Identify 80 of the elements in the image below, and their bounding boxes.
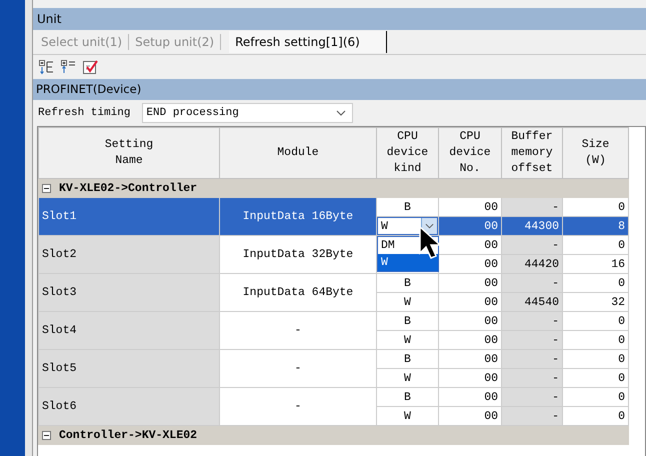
size-cell: 0 <box>562 236 628 254</box>
device-number-cell: 00 <box>438 292 502 312</box>
buffer-offset-cell: - <box>502 236 562 254</box>
device-number-cell: 00 <box>438 350 502 368</box>
buffer-offset-cell: 44540 <box>502 292 562 312</box>
size-cell: 0 <box>562 312 628 330</box>
setting-name-cell[interactable]: Slot6 <box>38 388 220 426</box>
buffer-offset-cell: - <box>502 350 562 368</box>
device-kind-cell: B <box>404 390 411 404</box>
setting-name-cell[interactable]: Slot5 <box>38 350 220 388</box>
module-cell: InputData 64Byte <box>220 274 376 312</box>
column-header: Buffer memory offset <box>502 128 562 178</box>
refresh-timing-dropdown[interactable]: END processing <box>142 103 354 123</box>
buffer-offset-cell: - <box>502 406 562 426</box>
device-number-cell: 00 <box>438 254 502 274</box>
buffer-offset-cell: - <box>502 312 562 330</box>
collapse-icon[interactable] <box>42 184 51 192</box>
tab[interactable]: Refresh setting[1](6) <box>229 31 387 53</box>
column-header: Size (W) <box>562 128 628 178</box>
window-title: Unit <box>33 8 646 30</box>
device-number-cell: 00 <box>438 388 502 406</box>
device-number-cell: 00 <box>438 198 502 216</box>
module-cell: - <box>220 350 376 388</box>
device-kind-cell: W <box>404 296 411 308</box>
group-title: Controller->KV-XLE02 <box>59 428 198 442</box>
size-cell: 0 <box>562 274 628 292</box>
size-cell: 8 <box>562 216 628 236</box>
device-number-cell: 00 <box>438 368 502 388</box>
device-kind-cell: B <box>404 314 411 328</box>
setting-name-cell[interactable]: Slot1 <box>38 198 220 236</box>
size-cell: 0 <box>562 198 628 216</box>
size-cell: 32 <box>562 292 628 312</box>
device-kind-cell: B <box>404 276 411 290</box>
expand-tree-icon[interactable] <box>38 59 54 75</box>
device-kind-cell: W <box>404 410 411 422</box>
module-cell: - <box>220 312 376 350</box>
device-kind-cell: W <box>404 334 411 346</box>
device-number-cell: 00 <box>438 236 502 254</box>
device-number-cell: 00 <box>438 330 502 350</box>
setting-name-cell[interactable]: Slot4 <box>38 312 220 350</box>
size-cell: 0 <box>562 350 628 368</box>
column-header: CPU device kind <box>376 128 438 178</box>
size-cell: 16 <box>562 254 628 274</box>
refresh-timing-label: Refresh timing <box>38 107 130 119</box>
size-cell: 0 <box>562 406 628 426</box>
device-kind-cell: B <box>404 352 411 366</box>
column-header: Module <box>220 128 376 178</box>
device-number-cell: 00 <box>438 216 502 236</box>
collapse-tree-icon[interactable] <box>60 59 76 75</box>
chevron-icon <box>336 110 346 116</box>
buffer-offset-cell: - <box>502 368 562 388</box>
device-number-cell: 00 <box>438 274 502 292</box>
buffer-offset-cell: - <box>502 388 562 406</box>
module-cell: InputData 32Byte <box>220 236 376 274</box>
size-cell: 0 <box>562 330 628 350</box>
column-header: Setting Name <box>38 128 220 178</box>
buffer-offset-cell: - <box>502 330 562 350</box>
device-kind-cell: W <box>404 372 411 384</box>
dropdown-option[interactable]: DM <box>378 237 438 254</box>
dropdown-option[interactable]: W <box>378 254 438 271</box>
buffer-offset-cell: - <box>502 274 562 292</box>
device-number-cell: 00 <box>438 312 502 330</box>
size-cell: 0 <box>562 368 628 388</box>
chevron-icon <box>425 223 434 229</box>
size-cell: 0 <box>562 388 628 406</box>
device-number-cell: 00 <box>438 406 502 426</box>
setting-name-cell[interactable]: Slot2 <box>38 236 220 274</box>
column-header: CPU device No. <box>438 128 502 178</box>
collapse-icon[interactable] <box>42 430 51 440</box>
buffer-offset-cell: 44300 <box>502 216 562 236</box>
device-kind-dropdown[interactable]: W <box>377 217 438 235</box>
module-cell: InputData 16Byte <box>220 198 376 236</box>
group-title: KV-XLE02->Controller <box>59 182 198 194</box>
setting-name-cell[interactable]: Slot3 <box>38 274 220 312</box>
device-kind-cell: B <box>404 200 411 214</box>
buffer-offset-cell: 44420 <box>502 254 562 274</box>
module-cell: - <box>220 388 376 426</box>
buffer-offset-cell: - <box>502 198 562 216</box>
section-title: PROFINET(Device) <box>33 79 646 100</box>
checklist-icon[interactable] <box>82 59 98 75</box>
